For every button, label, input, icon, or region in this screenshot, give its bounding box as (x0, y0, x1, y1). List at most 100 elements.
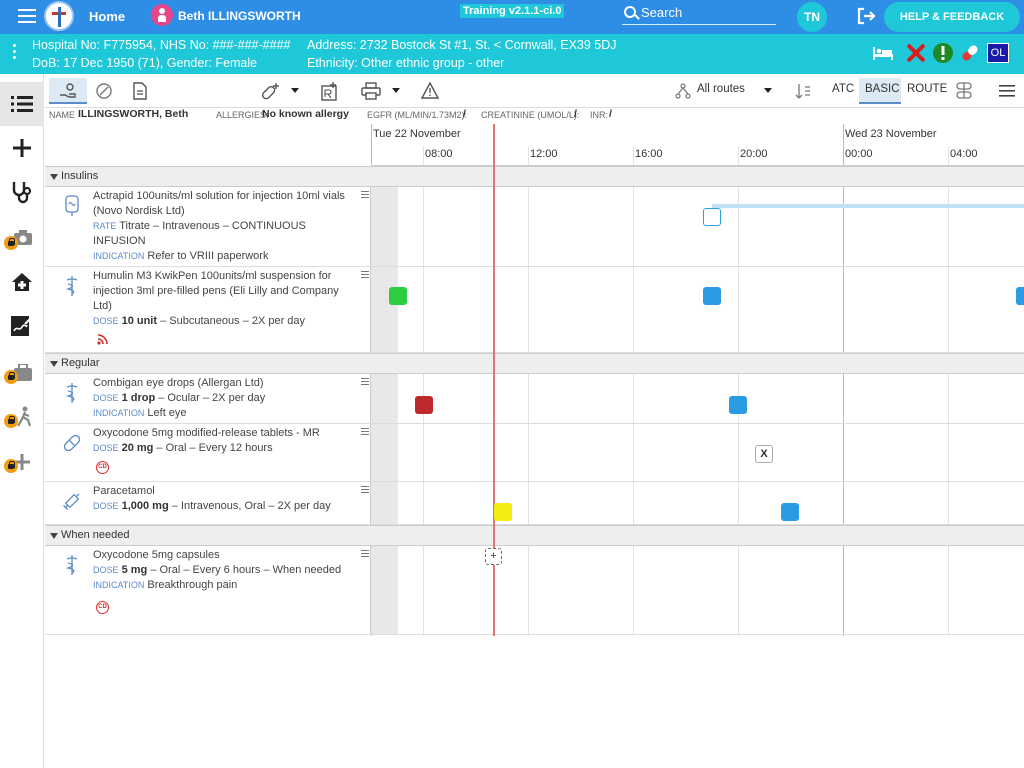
medication-info[interactable]: Paracetamol DOSE 1,000 mg – Intravenous,… (45, 482, 371, 524)
medication-row[interactable]: Oxycodone 5mg modified-release tablets -… (45, 424, 1024, 482)
collapse-icon (50, 533, 58, 539)
add-medication-menu[interactable] (259, 78, 299, 104)
sort-button[interactable] (793, 78, 813, 104)
dose-marker-due-now[interactable] (494, 503, 512, 521)
route-view-tab[interactable]: ROUTE (907, 83, 947, 95)
row-menu-icon[interactable] (361, 378, 369, 386)
dose-marker-scheduled[interactable] (729, 396, 747, 414)
row-menu-icon[interactable] (361, 486, 369, 494)
ol-badge[interactable]: OL (987, 43, 1009, 63)
row-menu-icon[interactable] (361, 550, 369, 558)
prn-add-dose-button[interactable]: + (485, 548, 502, 565)
row-menu-icon[interactable] (361, 271, 369, 279)
dose-marker-overdue[interactable] (415, 396, 433, 414)
allergies-key: ALLERGIES: (216, 110, 269, 120)
field-key: DOSE (93, 316, 119, 326)
alert-icon[interactable] (932, 42, 954, 64)
past-shade (371, 546, 398, 634)
section-label: Regular (61, 357, 100, 369)
medication-name: Actrapid 100units/ml solution for inject… (93, 190, 345, 217)
logout-icon[interactable] (856, 7, 878, 25)
print-menu[interactable] (359, 78, 401, 104)
time-tick: 16:00 (635, 148, 663, 160)
dose-marker-missed[interactable]: X (755, 445, 773, 463)
app-logo[interactable] (44, 1, 74, 31)
time-tick: 04:00 (950, 148, 978, 160)
past-shade (371, 267, 398, 352)
medication-name: Oxycodone 5mg capsules (93, 549, 220, 561)
warnings-button[interactable] (419, 78, 441, 104)
bed-icon[interactable] (872, 42, 894, 64)
medication-info[interactable]: Oxycodone 5mg modified-release tablets -… (45, 424, 371, 481)
field-value: – Intravenous, Oral – 2X per day (168, 500, 331, 512)
sidebar-item-briefcase[interactable] (0, 352, 44, 396)
infusion-bar[interactable] (712, 204, 1024, 208)
routes-filter-select[interactable]: All routes (673, 78, 777, 104)
medication-row[interactable]: Combigan eye drops (Allergan Ltd) DOSE 1… (45, 374, 1024, 424)
past-shade (371, 187, 398, 266)
medication-info[interactable]: Actrapid 100units/ml solution for inject… (45, 187, 371, 266)
warning-icon (421, 82, 439, 99)
home-link[interactable]: Home (89, 9, 125, 24)
medication-row[interactable]: Actrapid 100units/ml solution for inject… (45, 187, 1024, 267)
medication-info[interactable]: Combigan eye drops (Allergan Ltd) DOSE 1… (45, 374, 371, 423)
dose-value: 1,000 mg (121, 500, 169, 512)
patient-menu-icon[interactable] (13, 42, 17, 60)
section-when-needed[interactable]: When needed (45, 525, 1024, 546)
medication-chart: Tue 22 November Wed 23 November 08:00 12… (45, 124, 1024, 636)
name-value: ILLINGSWORTH, Beth (78, 108, 189, 120)
medication-row[interactable]: Humulin M3 KwikPen 100units/ml suspensio… (45, 267, 1024, 353)
sidebar-item-notes[interactable] (0, 304, 44, 348)
sidebar-item-discharge[interactable] (0, 260, 44, 304)
more-menu-button[interactable] (997, 78, 1017, 104)
row-menu-icon[interactable] (361, 428, 369, 436)
sidebar-item-add-locked[interactable] (0, 440, 44, 484)
field-key: DOSE (93, 393, 119, 403)
field-key: DOSE (93, 501, 119, 511)
sidebar-item-add[interactable] (0, 126, 44, 170)
dose-marker-scheduled[interactable] (781, 503, 799, 521)
search-label: Search (641, 5, 683, 20)
dob-gender: DoB: 17 Dec 1950 (71), Gender: Female (32, 56, 258, 70)
row-menu-icon[interactable] (361, 191, 369, 199)
menu-icon[interactable] (18, 9, 36, 23)
layout-toggle-button[interactable] (953, 78, 975, 104)
section-regular[interactable]: Regular (45, 353, 1024, 374)
add-rx-button[interactable] (319, 78, 339, 104)
field-key: DOSE (93, 443, 119, 453)
basic-view-label: BASIC (865, 83, 900, 95)
ethnicity: Ethnicity: Other ethnic group - other (307, 56, 505, 70)
cross-icon[interactable] (905, 42, 927, 64)
pill-outline-icon (96, 83, 112, 99)
atc-view-tab[interactable]: ATC (832, 83, 854, 95)
view-administration-button[interactable] (49, 78, 87, 104)
sidebar-item-chart[interactable] (0, 82, 44, 126)
medication-info[interactable]: Humulin M3 KwikPen 100units/ml suspensio… (45, 267, 371, 352)
sidebar-item-camera[interactable] (0, 216, 44, 260)
top-bar: Home Beth ILLINGSWORTH Training v2.1.1-c… (0, 0, 1024, 34)
field-value: – Ocular – 2X per day (155, 392, 266, 404)
sidebar-item-clinical[interactable] (0, 170, 44, 214)
view-document-button[interactable] (130, 78, 150, 104)
medication-row[interactable]: Paracetamol DOSE 1,000 mg – Intravenous,… (45, 482, 1024, 525)
routes-icon (675, 83, 691, 99)
medication-name: Oxycodone 5mg modified-release tablets -… (93, 427, 320, 439)
medication-info[interactable]: Oxycodone 5mg capsules DOSE 5 mg – Oral … (45, 546, 371, 634)
dose-marker-given[interactable] (389, 287, 407, 305)
basic-view-tab[interactable]: BASIC (859, 78, 901, 104)
medication-name: Combigan eye drops (Allergan Ltd) (93, 377, 264, 389)
section-insulins[interactable]: Insulins (45, 166, 1024, 187)
creatinine-key: CREATININE (UMOL/L): (481, 110, 580, 120)
medication-name: Humulin M3 KwikPen 100units/ml suspensio… (93, 270, 339, 312)
dose-marker-infusion[interactable] (703, 208, 721, 226)
dose-marker-scheduled[interactable] (1016, 287, 1024, 305)
patient-name[interactable]: Beth ILLINGSWORTH (178, 9, 301, 23)
view-discontinued-button[interactable] (93, 78, 115, 104)
controlled-drug-icon: CD (96, 461, 109, 474)
sidebar-item-mobility[interactable] (0, 396, 44, 440)
help-feedback-button[interactable]: HELP & FEEDBACK (884, 2, 1020, 32)
dose-marker-scheduled[interactable] (703, 287, 721, 305)
medication-row[interactable]: Oxycodone 5mg capsules DOSE 5 mg – Oral … (45, 546, 1024, 635)
user-avatar[interactable]: TN (797, 2, 827, 32)
pill-icon[interactable] (959, 42, 981, 64)
